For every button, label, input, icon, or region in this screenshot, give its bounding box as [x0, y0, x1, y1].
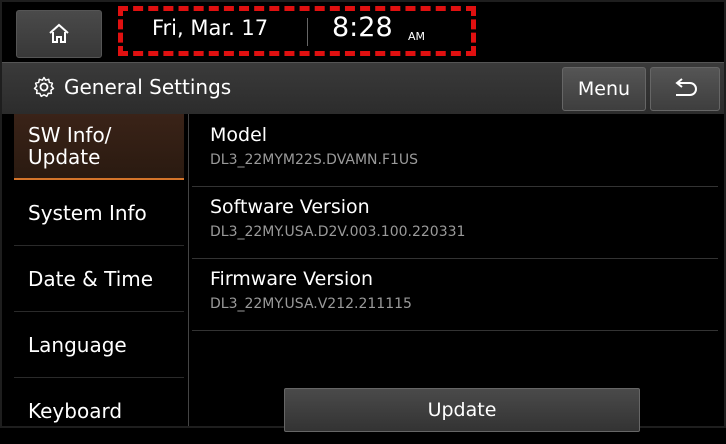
menu-button[interactable]: Menu — [562, 67, 646, 111]
settings-sidebar: SW Info/ Update System Info Date & Time … — [2, 114, 186, 426]
sidebar-item-system-info[interactable]: System Info — [14, 180, 184, 246]
home-icon — [49, 23, 69, 43]
status-bar: Fri, Mar. 17 8:28 AM — [2, 2, 724, 62]
software-version-label: Software Version — [210, 196, 370, 218]
update-button[interactable]: Update — [284, 388, 640, 432]
list-item-model: Model DL3_22MYM22S.DVAMN.F1US — [192, 114, 718, 187]
home-button[interactable] — [16, 10, 102, 58]
ampm-indicator: AM — [408, 30, 426, 43]
sidebar-item-date-time[interactable]: Date & Time — [14, 246, 184, 312]
back-button[interactable] — [650, 67, 720, 111]
firmware-version-value: DL3_22MY.USA.V212.211115 — [210, 296, 412, 312]
sidebar-item-label: Language — [28, 332, 127, 357]
sidebar-item-label: Keyboard — [28, 399, 123, 423]
date-display: Fri, Mar. 17 — [152, 16, 269, 40]
list-item-firmware-version: Firmware Version DL3_22MY.USA.V212.21111… — [192, 258, 718, 331]
date-time-divider — [307, 18, 308, 46]
firmware-version-label: Firmware Version — [210, 268, 373, 290]
sidebar-divider — [188, 114, 189, 426]
time-display: 8:28 — [332, 12, 393, 43]
screen-frame: Fri, Mar. 17 8:28 AM General Settings Me… — [0, 0, 726, 432]
sidebar-item-label: System Info — [28, 200, 147, 225]
sidebar-item-sw-info-update[interactable]: SW Info/ Update — [14, 114, 184, 180]
sidebar-item-label: SW Info/ Update — [28, 124, 111, 168]
sidebar-item-label: Date & Time — [28, 266, 154, 291]
list-item-software-version: Software Version DL3_22MY.USA.D2V.003.10… — [192, 186, 718, 259]
model-label: Model — [210, 124, 268, 146]
sidebar-item-language[interactable]: Language — [14, 312, 184, 378]
software-version-value: DL3_22MY.USA.D2V.003.100.220331 — [210, 224, 466, 240]
gear-icon — [33, 76, 55, 98]
update-button-label: Update — [427, 399, 497, 421]
back-arrow-icon — [675, 78, 697, 96]
sidebar-item-keyboard[interactable]: Keyboard — [14, 378, 184, 444]
model-value: DL3_22MYM22S.DVAMN.F1US — [210, 152, 419, 168]
sidebar-label-line2: Update — [28, 145, 101, 169]
page-title: General Settings — [64, 75, 232, 99]
menu-button-label: Menu — [577, 78, 631, 100]
title-bar: General Settings Menu — [2, 62, 724, 114]
info-list: Model DL3_22MYM22S.DVAMN.F1US Software V… — [190, 114, 724, 426]
sidebar-label-line1: SW Info/ — [28, 123, 112, 147]
